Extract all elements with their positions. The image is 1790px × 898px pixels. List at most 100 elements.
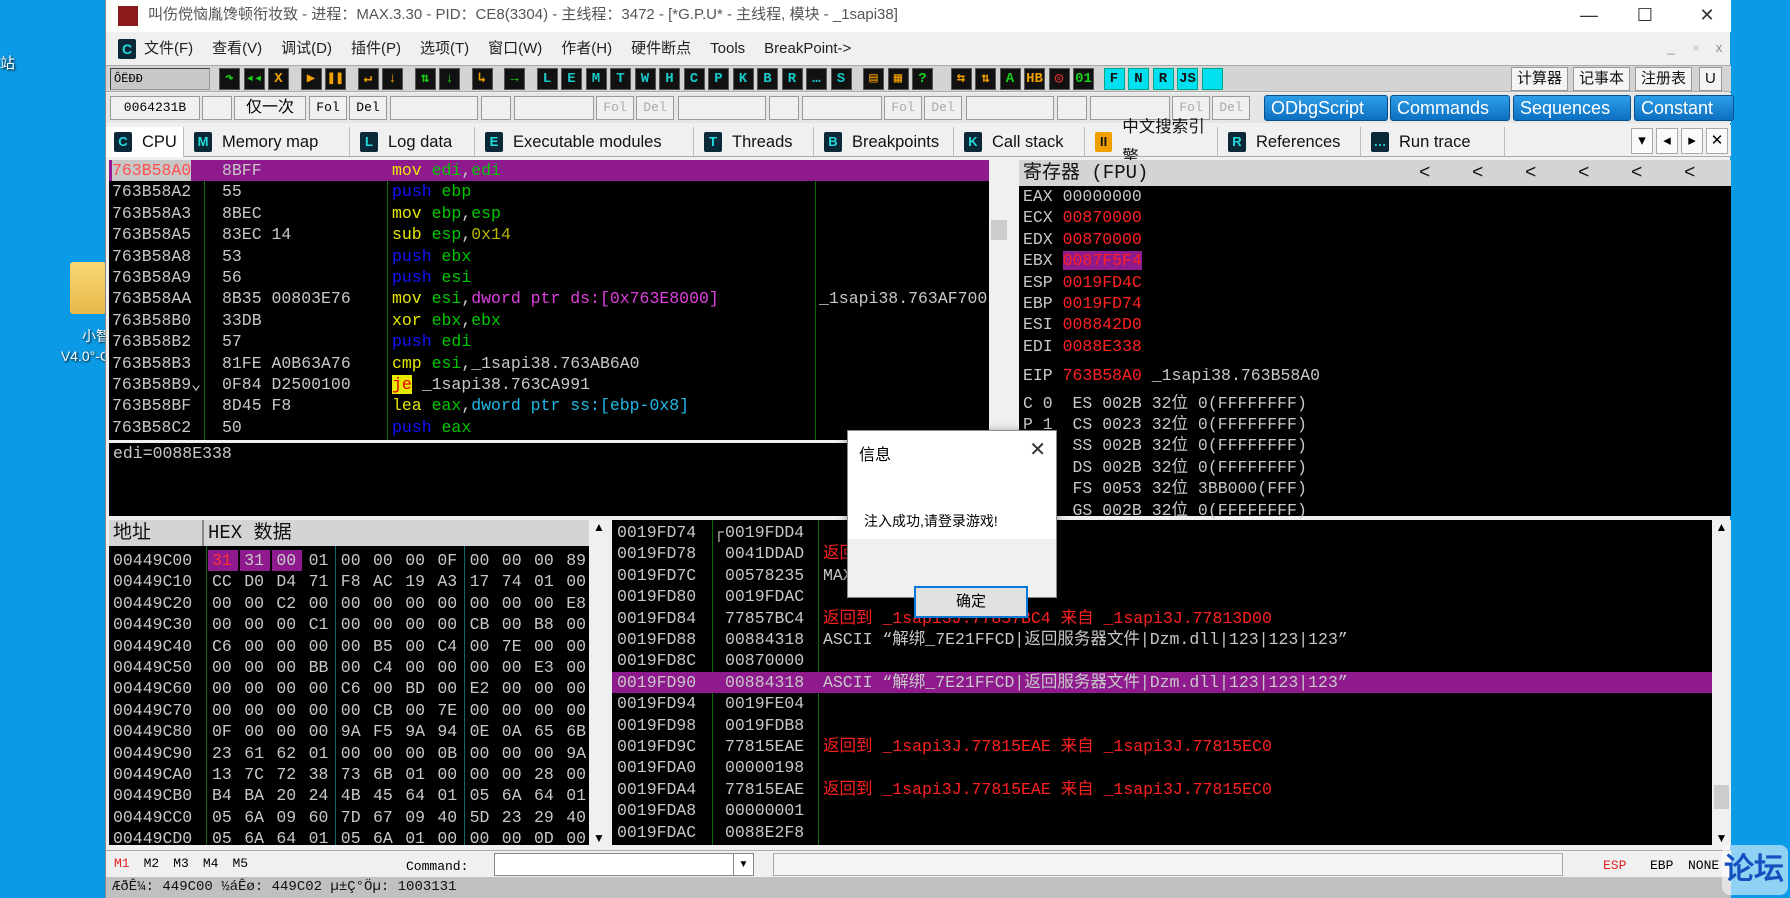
dump-byte[interactable]: 0F — [437, 550, 457, 571]
toolbar-icon-24[interactable]: ▤ — [863, 68, 884, 90]
dump-byte[interactable]: 00 — [502, 828, 522, 845]
dump-byte[interactable]: 00 — [405, 700, 425, 721]
dump-byte[interactable]: 23 — [502, 807, 522, 828]
dump-byte[interactable]: 00 — [373, 593, 393, 614]
dump-byte[interactable]: 00 — [373, 550, 393, 571]
dump-byte[interactable]: 00 — [566, 700, 586, 721]
toolbar-icon-5[interactable]: ↵ — [357, 68, 379, 90]
register-value[interactable]: 00870000 — [1063, 230, 1142, 249]
ebp-mode[interactable]: EBP — [1650, 858, 1673, 873]
dump-byte[interactable]: 01 — [309, 828, 329, 845]
dump-byte[interactable]: B8 — [534, 614, 554, 635]
toolbar-icon-27[interactable]: ⇆ — [950, 68, 972, 90]
tab-call-stack[interactable]: K Call stack — [956, 127, 1085, 157]
u-button[interactable]: U — [1699, 67, 1722, 91]
registry-button[interactable]: 注册表 — [1635, 67, 1693, 91]
register-value[interactable]: 008842D0 — [1063, 315, 1142, 334]
dump-byte[interactable]: 00 — [502, 657, 522, 678]
dump-byte[interactable]: 00 — [534, 678, 554, 699]
dump-byte[interactable]: 64 — [405, 785, 425, 806]
dump-byte[interactable]: 00 — [437, 657, 457, 678]
dump-byte[interactable]: 61 — [244, 743, 264, 764]
dump-byte[interactable]: 72 — [276, 764, 296, 785]
dump-byte[interactable]: 6B — [566, 721, 586, 742]
del-button-2[interactable]: Del — [636, 96, 674, 120]
toolbar-icon-3[interactable]: ▶ — [300, 68, 322, 90]
dump-byte[interactable]: 28 — [534, 764, 554, 785]
dump-byte[interactable]: CC — [212, 571, 232, 592]
dump-byte[interactable]: 01 — [309, 743, 329, 764]
dump-byte[interactable]: 00 — [470, 828, 490, 845]
dump-byte[interactable]: 00 — [272, 550, 303, 572]
dump-byte[interactable]: 00 — [244, 593, 264, 614]
dump-byte[interactable]: 00 — [341, 700, 361, 721]
toolbar-icon-16[interactable]: H — [659, 68, 680, 90]
dump-byte[interactable]: 01 — [566, 785, 586, 806]
dump-byte[interactable]: 74 — [502, 571, 522, 592]
chevron-down-icon[interactable]: ▼ — [733, 854, 753, 875]
dump-byte[interactable]: 00 — [341, 550, 361, 571]
dump-byte[interactable]: 20 — [276, 785, 296, 806]
collapse-arrow-icon[interactable]: < — [1631, 160, 1642, 186]
memory-mark-m3[interactable]: M3 — [173, 856, 189, 871]
dump-byte[interactable]: 00 — [212, 678, 232, 699]
dump-byte[interactable]: 0D — [534, 828, 554, 845]
dump-byte[interactable]: 00 — [341, 593, 361, 614]
stack-scrollbar[interactable]: ▲ ▼ — [1712, 520, 1731, 845]
dump-byte[interactable]: F5 — [373, 721, 393, 742]
dump-byte[interactable]: 31 — [240, 550, 270, 572]
field[interactable] — [966, 96, 1054, 120]
dump-byte[interactable]: 00 — [276, 700, 296, 721]
dump-byte[interactable]: C6 — [212, 636, 232, 657]
dump-byte[interactable]: 0B — [437, 743, 457, 764]
dump-byte[interactable]: 00 — [309, 700, 329, 721]
menu-item[interactable]: 文件(F) — [144, 34, 193, 64]
dump-row[interactable]: 00449C60 00 00 00 00 C6 00 BD 00 E2 00 00 00 — [109, 678, 589, 699]
constant-button[interactable]: Constant — [1634, 95, 1734, 121]
dump-row[interactable]: 00449C30 00 00 00 C1 00 00 00 00 CB 00 B8 00 — [109, 614, 589, 635]
dump-byte[interactable]: E2 — [470, 678, 490, 699]
dump-byte[interactable]: 00 — [405, 636, 425, 657]
dump-byte[interactable]: C6 — [341, 678, 361, 699]
dump-byte[interactable]: C4 — [437, 636, 457, 657]
register-value[interactable]: 0087F5F4 — [1062, 251, 1142, 271]
toolbar-icon-12[interactable]: E — [561, 68, 582, 90]
toolbar-icon-29[interactable]: A — [999, 68, 1021, 90]
tab-run-trace[interactable]: … Run trace — [1363, 127, 1505, 157]
dump-byte[interactable]: 00 — [212, 614, 232, 635]
dump-byte[interactable]: 00 — [502, 593, 522, 614]
dump-byte[interactable]: 00 — [502, 614, 522, 635]
commands-button[interactable]: Commands — [1390, 95, 1510, 121]
stack-row[interactable]: 0019FDA8 00000001 — [612, 800, 1712, 821]
dump-row[interactable]: 00449C00 31 31 00 01 00 00 00 0F 00 00 00 89 — [109, 550, 589, 572]
collapse-arrow-icon[interactable]: < — [1525, 160, 1536, 186]
dump-byte[interactable]: 01 — [309, 550, 329, 571]
close-button[interactable]: ✕ — [1684, 0, 1730, 30]
stack-row[interactable]: 0019FDA0 00000198 — [612, 757, 1712, 778]
dump-byte[interactable]: 00 — [244, 657, 264, 678]
dump-pane[interactable]: 地址 HEX 数据 00449C00 31 31 00 01 00 00 00 0F 00 00 00 8… — [109, 520, 606, 845]
dump-byte[interactable]: 6A — [244, 828, 264, 845]
dump-byte[interactable]: 00 — [502, 678, 522, 699]
dump-byte[interactable]: D0 — [244, 571, 264, 592]
stack-row[interactable]: 0019FD88 00884318 ASCII “解绑_7E21FFCD|返回服务器… — [612, 629, 1712, 650]
disasm-row[interactable]: 763B58A9 56 push esi — [109, 267, 989, 288]
disasm-row[interactable]: 763B58B0 33DB xor ebx,ebx — [109, 310, 989, 331]
dump-byte[interactable]: 4B — [341, 785, 361, 806]
dump-byte[interactable]: 09 — [405, 807, 425, 828]
dump-byte[interactable]: B4 — [212, 785, 232, 806]
disassembly-scrollbar[interactable] — [989, 160, 1009, 440]
dump-byte[interactable]: 00 — [309, 678, 329, 699]
disasm-row[interactable]: 763B58A2 55 push ebp — [109, 181, 989, 202]
dump-byte[interactable]: 67 — [373, 807, 393, 828]
dump-byte[interactable]: D4 — [276, 571, 296, 592]
dump-byte[interactable]: 0F — [212, 721, 232, 742]
toolbar-icon-19[interactable]: K — [732, 68, 754, 90]
dump-byte[interactable]: 00 — [341, 614, 361, 635]
dump-byte[interactable]: 64 — [276, 828, 296, 845]
dump-byte[interactable]: 00 — [534, 700, 554, 721]
dump-byte[interactable]: 73 — [341, 764, 361, 785]
dump-byte[interactable]: 24 — [309, 785, 329, 806]
dump-byte[interactable]: 45 — [373, 785, 393, 806]
dump-row[interactable]: 00449C40 C6 00 00 00 00 B5 00 C4 00 7E 00 00 — [109, 636, 589, 657]
